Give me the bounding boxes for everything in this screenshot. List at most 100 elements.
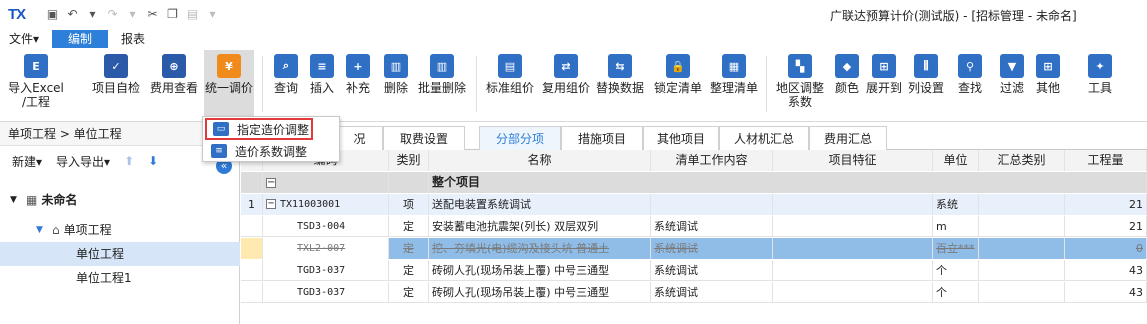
batch-delete-icon: ▥	[430, 54, 454, 78]
table-row[interactable]: TSD3-004 定 安装蓄电池抗震架(列长) 双层双列 系统调试 m 21	[241, 216, 1147, 237]
tab-labor-material[interactable]: 人材机汇总	[719, 126, 809, 150]
menu-edit[interactable]: 编制	[52, 30, 109, 48]
find-button[interactable]: ⚲ 查找	[952, 50, 988, 120]
new-button[interactable]: 新建▾	[12, 153, 42, 170]
menu-report[interactable]: 报表	[112, 30, 154, 48]
header-unit[interactable]: 单位	[933, 150, 979, 171]
tab-strip: 况 取费设置 分部分项 措施项目 其他项目 人材机汇总 费用汇总	[241, 124, 1147, 150]
table-row[interactable]: 1 − TX11003001 项 送配电装置系统调试 系统 21	[241, 194, 1147, 215]
save-icon[interactable]: ▣	[44, 5, 61, 23]
specify-cost-adjust-item[interactable]: ▭ 指定造价调整	[205, 118, 313, 140]
filter-icon: ▼	[1000, 54, 1024, 78]
insert-button[interactable]: ≡ 插入	[304, 50, 340, 120]
replace-data-button[interactable]: ⇆ 替换数据	[592, 50, 648, 120]
excel-import-icon: E	[24, 54, 48, 78]
collapse-box-icon[interactable]: −	[266, 199, 276, 209]
redo-icon[interactable]: ↷	[104, 5, 121, 23]
table-row[interactable]: TGD3-037 定 砖砌人孔(现场吊装上覆) 中号三通型 系统调试 个 43	[241, 282, 1147, 303]
fee-view-button[interactable]: ⊕ 费用查看	[146, 50, 202, 120]
standard-group-button[interactable]: ▤ 标准组价	[482, 50, 538, 120]
cut-icon[interactable]: ✂	[144, 5, 161, 23]
building-icon: ▦	[26, 193, 38, 207]
other-icon: ⊞	[1036, 54, 1060, 78]
header-summary-type[interactable]: 汇总类别	[979, 150, 1065, 171]
delete-button[interactable]: ▥ 删除	[380, 50, 412, 120]
insert-icon: ≡	[310, 54, 334, 78]
other-button[interactable]: ⊞ 其他	[1030, 50, 1066, 120]
tidy-list-button[interactable]: ▦ 整理清单	[706, 50, 762, 120]
expand-to-icon: ⊞	[872, 54, 896, 78]
tree-node-unit-project[interactable]: 单位工程	[0, 242, 240, 266]
collapse-icon[interactable]: ▼	[10, 188, 22, 212]
import-excel-button[interactable]: E 导入Excel /工程	[6, 50, 66, 120]
reuse-group-button[interactable]: ⇄ 复用组价	[538, 50, 594, 120]
supplement-icon: +	[346, 54, 370, 78]
group-label: 整个项目	[429, 172, 1147, 193]
query-icon: ⌕	[274, 54, 298, 78]
menu-file[interactable]: 文件▾	[0, 30, 48, 48]
tidy-list-icon: ▦	[722, 54, 746, 78]
undo-icon[interactable]: ↶	[64, 5, 81, 23]
collapse-icon[interactable]: ▼	[36, 218, 48, 242]
group-row[interactable]: − 整个项目	[241, 172, 1147, 193]
tools-button[interactable]: ✦ 工具	[1082, 50, 1118, 120]
tab-overview[interactable]: 况	[337, 126, 383, 150]
region-adjust-button[interactable]: ▚ 地区调整 系数	[772, 50, 828, 120]
main-area: 况 取费设置 分部分项 措施项目 其他项目 人材机汇总 费用汇总 编码 类别 名…	[241, 122, 1147, 324]
import-export-button[interactable]: 导入导出▾	[56, 153, 110, 170]
collapse-box-icon[interactable]: −	[266, 178, 276, 188]
specify-cost-icon: ▭	[213, 122, 229, 136]
column-settings-button[interactable]: ⫼ 列设置	[906, 50, 946, 120]
batch-delete-button[interactable]: ▥ 批量删除	[414, 50, 470, 120]
home-icon: ⌂	[52, 223, 60, 237]
tree-node-single-project[interactable]: ▼ ⌂ 单项工程	[0, 218, 240, 242]
region-adjust-icon: ▚	[788, 54, 812, 78]
lock-list-icon: 🔒	[666, 54, 690, 78]
tab-subdivision[interactable]: 分部分项	[479, 126, 561, 150]
find-icon: ⚲	[958, 54, 982, 78]
expand-to-button[interactable]: ⊞ 展开到	[864, 50, 904, 120]
header-features[interactable]: 项目特征	[773, 150, 933, 171]
tree-node-unit-project-1[interactable]: 单位工程1	[0, 266, 240, 290]
cost-coefficient-adjust-item[interactable]: ≡ 造价系数调整	[203, 140, 339, 162]
header-quantity[interactable]: 工程量	[1065, 150, 1147, 171]
redo-dropdown-icon[interactable]: ▾	[124, 5, 141, 23]
tree-node-root[interactable]: ▼ ▦ 未命名	[0, 188, 240, 212]
project-check-button[interactable]: ✓ 项目自检	[88, 50, 144, 120]
cost-coefficient-icon: ≡	[211, 144, 227, 158]
grid-header: 编码 类别 名称 清单工作内容 项目特征 单位 汇总类别 工程量	[241, 150, 1147, 171]
replace-data-icon: ⇆	[608, 54, 632, 78]
lock-list-button[interactable]: 🔒 锁定清单	[650, 50, 706, 120]
move-down-icon[interactable]: ⬇	[148, 154, 158, 168]
header-type[interactable]: 类别	[389, 150, 429, 171]
menu-bar: 文件▾ 编制 报表	[0, 28, 1147, 48]
filter-button[interactable]: ▼ 过滤	[992, 50, 1032, 120]
table-row[interactable]: TXL2-007 定 挖、夯填光(电)缆沟及接头坑 普通土 系统调试 百立***…	[241, 238, 1147, 259]
header-name[interactable]: 名称	[429, 150, 651, 171]
color-button[interactable]: ◆ 颜色	[830, 50, 864, 120]
copy-icon[interactable]: ❐	[164, 5, 181, 23]
paste-dropdown-icon[interactable]: ▾	[204, 5, 221, 23]
project-check-icon: ✓	[104, 54, 128, 78]
unify-price-button[interactable]: ¥ 统一调价	[204, 50, 254, 116]
table-row[interactable]: TGD3-037 定 砖砌人孔(现场吊装上覆) 中号三通型 系统调试 个 43	[241, 260, 1147, 281]
supplement-button[interactable]: + 补充	[340, 50, 376, 120]
quick-access-toolbar: ▣ ↶ ▾ ↷ ▾ ✂ ❐ ▤ ▾	[44, 5, 221, 23]
app-logo: TX	[8, 5, 26, 23]
standard-group-icon: ▤	[498, 54, 522, 78]
query-button[interactable]: ⌕ 查询	[268, 50, 304, 120]
tab-fee-settings[interactable]: 取费设置	[383, 126, 465, 150]
ribbon-toolbar: E 导入Excel /工程 ✓ 项目自检 ⊕ 费用查看 ¥ 统一调价 ⌕ 查询 …	[0, 48, 1147, 122]
tab-measures[interactable]: 措施项目	[561, 126, 643, 150]
undo-dropdown-icon[interactable]: ▾	[84, 5, 101, 23]
paste-icon[interactable]: ▤	[184, 5, 201, 23]
ribbon-separator	[766, 56, 767, 112]
color-icon: ◆	[835, 54, 859, 78]
fee-view-icon: ⊕	[162, 54, 186, 78]
unify-price-dropdown: ▭ 指定造价调整 ≡ 造价系数调整	[202, 116, 340, 162]
move-up-icon[interactable]: ⬆	[124, 154, 134, 168]
header-work-content[interactable]: 清单工作内容	[651, 150, 773, 171]
tab-other-items[interactable]: 其他项目	[643, 126, 719, 150]
window-title: 广联达预算计价(测试版) - [招标管理 - 未命名]	[830, 9, 1077, 23]
tab-fee-summary[interactable]: 费用汇总	[809, 126, 887, 150]
